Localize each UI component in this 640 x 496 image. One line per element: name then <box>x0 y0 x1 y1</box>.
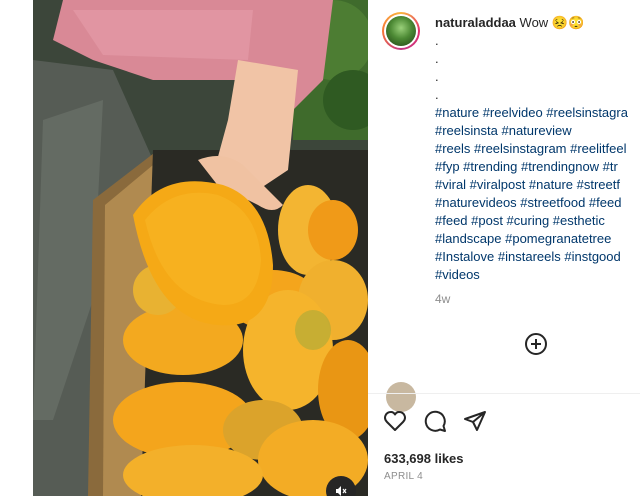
hashtag-line[interactable]: #viral #viralpost #nature #streetf <box>435 176 640 194</box>
caption-text: Wow 😣😳 <box>519 15 585 30</box>
caption-area: naturaladdaa Wow 😣😳 . . . . #nature #ree… <box>368 0 640 384</box>
post-time[interactable]: 4w <box>435 292 450 306</box>
left-gutter <box>0 0 33 496</box>
share-button[interactable] <box>462 408 488 434</box>
hashtag-line[interactable]: #Instalove #instareels #instgood <box>435 248 640 266</box>
heart-icon <box>384 411 406 431</box>
hashtag-line[interactable]: #videos <box>435 266 640 284</box>
caption-dot: . <box>435 33 439 48</box>
muted-speaker-icon <box>336 486 347 496</box>
load-more-comments-button[interactable] <box>523 331 549 357</box>
caption-dot: . <box>435 51 439 66</box>
instagram-post-view: naturaladdaa Wow 😣😳 . . . . #nature #ree… <box>0 0 640 496</box>
divider <box>368 393 640 394</box>
username-link[interactable]: naturaladdaa <box>435 15 516 30</box>
avatar[interactable] <box>382 12 420 50</box>
like-button[interactable] <box>382 408 408 434</box>
post-date: APRIL 4 <box>384 471 423 482</box>
caption-dot: . <box>435 87 439 102</box>
hashtag-list: #nature #reelvideo #reelsinstagra #reels… <box>435 104 640 284</box>
comment-icon <box>424 410 446 432</box>
like-count[interactable]: 633,698 likes <box>384 451 464 466</box>
hashtag-line[interactable]: #reelsinsta #natureview <box>435 122 640 140</box>
plus-circle-icon <box>525 333 547 355</box>
reel-video[interactable] <box>33 0 368 496</box>
action-bar <box>382 408 488 436</box>
caption: naturaladdaa Wow 😣😳 . . . . #nature #ree… <box>435 14 640 284</box>
profile-picture <box>386 16 416 46</box>
comment-button[interactable] <box>422 408 448 434</box>
hashtag-line[interactable]: #fyp #trending #trendingnow #tr <box>435 158 640 176</box>
hashtag-line[interactable]: #naturevideos #streetfood #feed <box>435 194 640 212</box>
post-details-panel: naturaladdaa Wow 😣😳 . . . . #nature #ree… <box>368 0 640 496</box>
hashtag-line[interactable]: #landscape #pomegranatetree <box>435 230 640 248</box>
caption-dot: . <box>435 69 439 84</box>
hashtag-line[interactable]: #reels #reelsinstagram #reelitfeel <box>435 140 640 158</box>
hashtag-line[interactable]: #feed #post #curing #esthetic <box>435 212 640 230</box>
share-icon <box>464 411 486 431</box>
video-frame <box>33 0 368 496</box>
hashtag-line[interactable]: #nature #reelvideo #reelsinstagra <box>435 104 640 122</box>
